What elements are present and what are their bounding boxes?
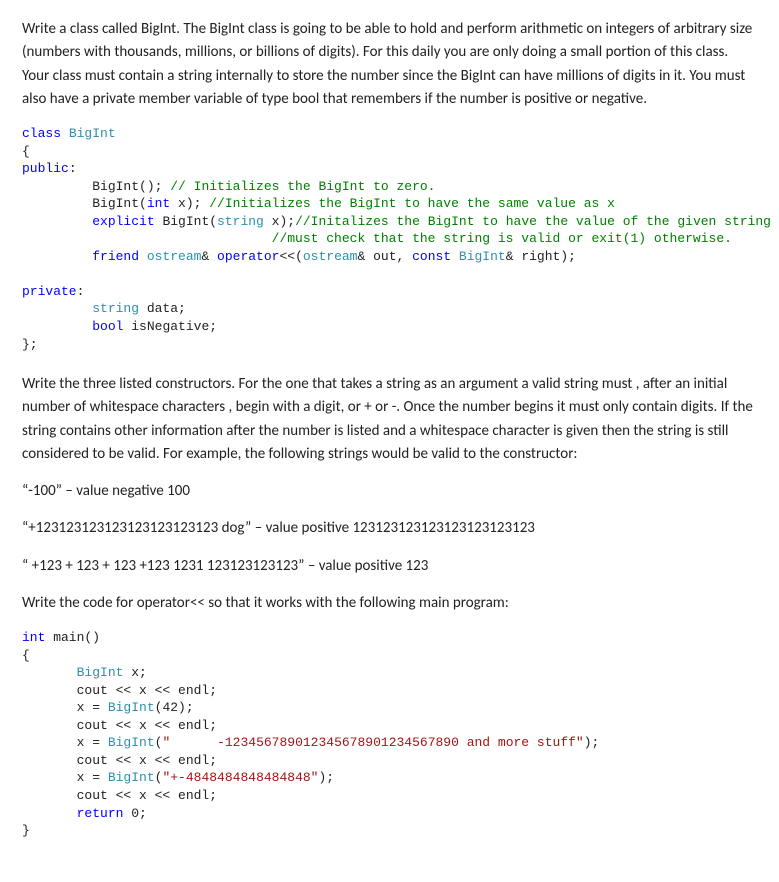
keyword-friend: friend xyxy=(92,249,147,264)
decl-x: x; xyxy=(123,665,146,680)
indent xyxy=(22,214,92,229)
brace-close: }; xyxy=(22,337,38,352)
type-ostream: ostream xyxy=(303,249,358,264)
text: & right); xyxy=(506,249,576,264)
keyword-int: int xyxy=(22,630,45,645)
cout-line: cout << x << endl; xyxy=(77,683,217,698)
member-isnegative: isNegative; xyxy=(123,319,217,334)
ctor-int-rest: x); xyxy=(170,196,209,211)
cout-line: cout << x << endl; xyxy=(77,753,217,768)
paren-close: ); xyxy=(318,770,334,785)
indent xyxy=(22,753,77,768)
comment: //Initializes the BigInt to have the sam… xyxy=(209,196,615,211)
type-bigint: BigInt xyxy=(108,735,155,750)
comment: //Initalizes the BigInt to have the valu… xyxy=(295,214,779,229)
keyword-public: public xyxy=(22,161,69,176)
cout-line: cout << x << endl; xyxy=(77,718,217,733)
main-sig: main() xyxy=(45,630,100,645)
type-string: string xyxy=(217,214,264,229)
indent xyxy=(22,806,77,821)
ctor-string: BigInt( xyxy=(162,214,217,229)
indent xyxy=(22,665,77,680)
ctor-42: (42); xyxy=(155,700,194,715)
assign: x = xyxy=(77,770,108,785)
ctor-int: BigInt( xyxy=(92,196,147,211)
keyword-operator: operator xyxy=(217,249,279,264)
indent xyxy=(22,196,92,211)
indent xyxy=(22,179,92,194)
string-literal: " -123456789012345678901234567890 and mo… xyxy=(162,735,583,750)
type-ostream: ostream xyxy=(147,249,202,264)
cout-line: cout << x << endl; xyxy=(77,788,217,803)
comment: // Initializes the BigInt to zero. xyxy=(170,179,435,194)
keyword-return: return xyxy=(77,806,124,821)
keyword-explicit: explicit xyxy=(92,214,162,229)
constructor-instructions: Write the three listed constructors. For… xyxy=(22,373,757,466)
operator-instructions: Write the code for operator<< so that it… xyxy=(22,592,757,615)
ctor-default: BigInt(); xyxy=(92,179,170,194)
ctor-string-rest: x); xyxy=(264,214,295,229)
type-bigint: BigInt xyxy=(69,126,116,141)
indent xyxy=(22,683,77,698)
comment: //must check that the string is valid or… xyxy=(272,231,732,246)
colon: : xyxy=(77,284,85,299)
paren-close: ); xyxy=(584,735,600,750)
indent xyxy=(22,788,77,803)
return-zero: 0; xyxy=(123,806,146,821)
indent xyxy=(22,231,272,246)
keyword-bool: bool xyxy=(92,319,123,334)
brace-open: { xyxy=(22,144,30,159)
assign: x = xyxy=(77,700,108,715)
keyword-const: const xyxy=(412,249,459,264)
example-string-2: “+123123123123123123123123 dog” – value … xyxy=(22,517,757,540)
indent xyxy=(22,700,77,715)
intro-paragraph: Write a class called BigInt. The BigInt … xyxy=(22,18,757,111)
text: <<( xyxy=(279,249,302,264)
example-string-1: “-100” – value negative 100 xyxy=(22,480,757,503)
text: & xyxy=(201,249,217,264)
main-program-code: int main() { BigInt x; cout << x << endl… xyxy=(22,629,757,840)
indent xyxy=(22,319,92,334)
assign: x = xyxy=(77,735,108,750)
type-bigint: BigInt xyxy=(459,249,506,264)
text: & out, xyxy=(357,249,412,264)
type-bigint: BigInt xyxy=(108,700,155,715)
brace-close: } xyxy=(22,823,30,838)
example-string-3: “ +123 + 123 + 123 +123 1231 12312312312… xyxy=(22,555,757,578)
type-string: string xyxy=(92,301,139,316)
keyword-private: private xyxy=(22,284,77,299)
indent xyxy=(22,301,92,316)
keyword-int: int xyxy=(147,196,170,211)
indent xyxy=(22,249,92,264)
indent xyxy=(22,735,77,750)
type-bigint: BigInt xyxy=(77,665,124,680)
colon: : xyxy=(69,161,77,176)
keyword-class: class xyxy=(22,126,69,141)
indent xyxy=(22,718,77,733)
type-bigint: BigInt xyxy=(108,770,155,785)
string-literal: "+-4848484848484848" xyxy=(162,770,318,785)
indent xyxy=(22,770,77,785)
class-definition-code: class BigInt { public: BigInt(); // Init… xyxy=(22,125,757,353)
brace-open: { xyxy=(22,648,30,663)
member-data: data; xyxy=(139,301,186,316)
